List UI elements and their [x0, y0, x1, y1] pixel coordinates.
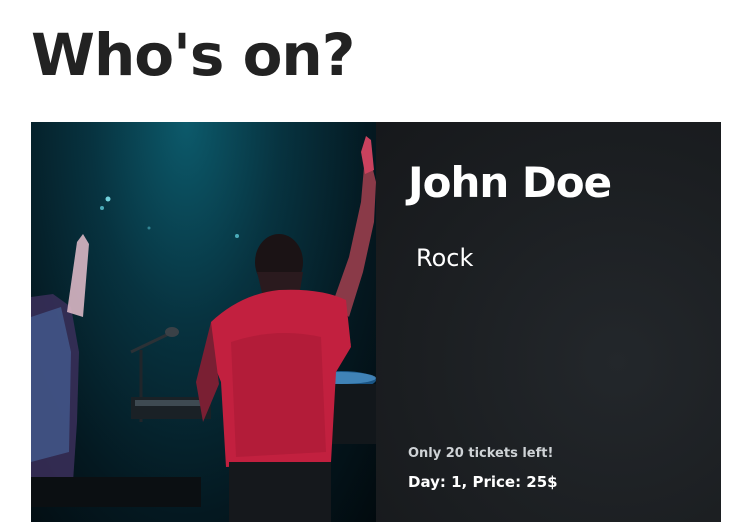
artist-details: John Doe Rock Only 20 tickets left! Day:…: [376, 122, 721, 522]
artist-card[interactable]: John Doe Rock Only 20 tickets left! Day:…: [31, 122, 721, 522]
day-price-text: Day: 1, Price: 25$: [408, 473, 558, 491]
page-title: Who's on?: [31, 21, 355, 89]
tickets-left-text: Only 20 tickets left!: [408, 446, 554, 461]
concert-photo: [31, 122, 376, 522]
artist-name: John Doe: [408, 158, 612, 207]
artist-genre: Rock: [416, 244, 474, 272]
